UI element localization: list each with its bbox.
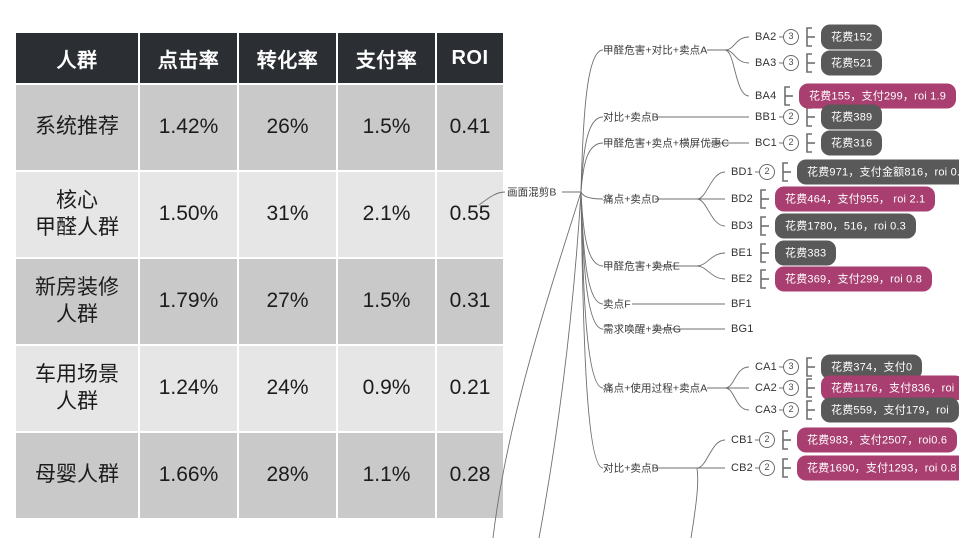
cell-cvr: 31% bbox=[239, 172, 336, 257]
mindmap-branch-label[interactable]: 需求唤醒+卖点G bbox=[603, 322, 681, 337]
mindmap-metric-badge[interactable]: 花费1690，支付1293，roi 0.8 bbox=[797, 455, 959, 481]
metrics-table-panel: 人群 点击率 转化率 支付率 ROI 系统推荐 1.42% 26% 1.5% 0… bbox=[14, 31, 503, 521]
mindmap-metric-badge[interactable]: 花费971，支付金额816，roi 0.8 bbox=[797, 159, 959, 185]
mindmap-branch-label[interactable]: 甲醛危害+卖点E bbox=[603, 259, 680, 274]
column-header-group: 人群 bbox=[16, 33, 138, 83]
cell-group: 母婴人群 bbox=[16, 433, 138, 518]
mindmap-node-code[interactable]: BA4 bbox=[755, 90, 776, 102]
cell-pay: 2.1% bbox=[338, 172, 435, 257]
cell-group: 新房装修 人群 bbox=[16, 259, 138, 344]
mindmap-metric-badge[interactable]: 花费152 bbox=[821, 24, 883, 50]
mindmap-node-code[interactable]: BA2 bbox=[755, 31, 776, 43]
mindmap-node-code[interactable]: BB1 bbox=[755, 111, 776, 123]
mindmap-branch-label[interactable]: 甲醛危害+卖点+横屏优惠C bbox=[603, 136, 729, 151]
mindmap-node-code[interactable]: CA3 bbox=[755, 404, 777, 416]
table-row: 新房装修 人群 1.79% 27% 1.5% 0.31 bbox=[16, 259, 503, 344]
cell-ctr: 1.24% bbox=[140, 346, 237, 431]
cell-pay: 1.5% bbox=[338, 259, 435, 344]
cell-pay: 1.1% bbox=[338, 433, 435, 518]
cell-cvr: 28% bbox=[239, 433, 336, 518]
mindmap-node-code[interactable]: CB1 bbox=[731, 434, 753, 446]
metrics-table: 人群 点击率 转化率 支付率 ROI 系统推荐 1.42% 26% 1.5% 0… bbox=[14, 31, 505, 520]
column-header-payrate: 支付率 bbox=[338, 33, 435, 83]
table-header-row: 人群 点击率 转化率 支付率 ROI bbox=[16, 33, 503, 83]
mindmap-node-code[interactable]: BA3 bbox=[755, 57, 776, 69]
slide-canvas: 人群 点击率 转化率 支付率 ROI 系统推荐 1.42% 26% 1.5% 0… bbox=[0, 0, 959, 538]
mindmap-count-badge[interactable]: 2 bbox=[783, 135, 799, 151]
mindmap-metric-badge[interactable]: 花费316 bbox=[821, 130, 883, 156]
mindmap-branch-label[interactable]: 甲醛危害+对比+卖点A bbox=[603, 43, 707, 58]
cell-ctr: 1.79% bbox=[140, 259, 237, 344]
mindmap-node-code[interactable]: BD3 bbox=[731, 220, 753, 232]
mindmap-count-badge[interactable]: 3 bbox=[783, 29, 799, 45]
mindmap-metric-badge[interactable]: 花费521 bbox=[821, 50, 883, 76]
mindmap-node-code[interactable]: BE2 bbox=[731, 273, 752, 285]
mindmap-metric-badge[interactable]: 花费1780，516，roi 0.3 bbox=[775, 213, 916, 239]
mindmap-count-badge[interactable]: 3 bbox=[783, 380, 799, 396]
cell-cvr: 24% bbox=[239, 346, 336, 431]
cell-ctr: 1.42% bbox=[140, 85, 237, 170]
mindmap-node-code[interactable]: CB2 bbox=[731, 462, 753, 474]
mindmap-branch-label[interactable]: 对比+卖点B bbox=[603, 461, 659, 476]
cell-group: 车用场景 人群 bbox=[16, 346, 138, 431]
table-row: 系统推荐 1.42% 26% 1.5% 0.41 bbox=[16, 85, 503, 170]
mindmap-metric-badge[interactable]: 花费389 bbox=[821, 104, 883, 130]
table-body: 系统推荐 1.42% 26% 1.5% 0.41 核心 甲醛人群 1.50% 31… bbox=[16, 85, 503, 518]
mindmap-root-label[interactable]: 画面混剪B bbox=[507, 185, 557, 200]
mindmap-count-badge[interactable]: 2 bbox=[783, 402, 799, 418]
mindmap-count-badge[interactable]: 2 bbox=[759, 164, 775, 180]
mindmap-count-badge[interactable]: 3 bbox=[783, 359, 799, 375]
mindmap-branch-label[interactable]: 卖点F bbox=[603, 297, 631, 312]
mindmap-panel: 画面混剪B 甲醛危害+对比+卖点A BA2 3 花费152 BA3 3 花费521 BA4 花费1… bbox=[477, 0, 959, 538]
table-row: 车用场景 人群 1.24% 24% 0.9% 0.21 bbox=[16, 346, 503, 431]
cell-group: 系统推荐 bbox=[16, 85, 138, 170]
mindmap-node-code[interactable]: BE1 bbox=[731, 247, 752, 259]
cell-pay: 0.9% bbox=[338, 346, 435, 431]
mindmap-count-badge[interactable]: 2 bbox=[759, 432, 775, 448]
mindmap-metric-badge[interactable]: 花费559，支付179，roi bbox=[821, 397, 959, 423]
cell-cvr: 27% bbox=[239, 259, 336, 344]
mindmap-metric-badge[interactable]: 花费464，支付955， roi 2.1 bbox=[775, 186, 936, 212]
mindmap-node-code[interactable]: CA1 bbox=[755, 361, 777, 373]
cell-pay: 1.5% bbox=[338, 85, 435, 170]
mindmap-node-code[interactable]: BD2 bbox=[731, 193, 753, 205]
mindmap-count-badge[interactable]: 2 bbox=[783, 109, 799, 125]
mindmap-branch-label[interactable]: 痛点+使用过程+卖点A bbox=[603, 381, 707, 396]
mindmap-node-code[interactable]: BC1 bbox=[755, 137, 777, 149]
cell-cvr: 26% bbox=[239, 85, 336, 170]
mindmap-branch-label[interactable]: 痛点+卖点D bbox=[603, 192, 659, 207]
mindmap-branch-label[interactable]: 对比+卖点B bbox=[603, 110, 659, 125]
mindmap-metric-badge[interactable]: 花费983，支付2507，roi0.6 bbox=[797, 427, 958, 453]
mindmap-node-code[interactable]: CA2 bbox=[755, 382, 777, 394]
column-header-ctr: 点击率 bbox=[140, 33, 237, 83]
column-header-cvr: 转化率 bbox=[239, 33, 336, 83]
mindmap-node-code[interactable]: BD1 bbox=[731, 166, 753, 178]
mindmap-node-code[interactable]: BG1 bbox=[731, 323, 754, 335]
mindmap-node-code[interactable]: BF1 bbox=[731, 298, 752, 310]
mindmap-count-badge[interactable]: 3 bbox=[783, 55, 799, 71]
mindmap-count-badge[interactable]: 2 bbox=[759, 460, 775, 476]
cell-ctr: 1.50% bbox=[140, 172, 237, 257]
table-row: 核心 甲醛人群 1.50% 31% 2.1% 0.55 bbox=[16, 172, 503, 257]
mindmap-metric-badge[interactable]: 花费383 bbox=[775, 240, 837, 266]
table-row: 母婴人群 1.66% 28% 1.1% 0.28 bbox=[16, 433, 503, 518]
cell-group: 核心 甲醛人群 bbox=[16, 172, 138, 257]
mindmap-metric-badge[interactable]: 花费369，支付299，roi 0.8 bbox=[775, 266, 933, 292]
cell-ctr: 1.66% bbox=[140, 433, 237, 518]
